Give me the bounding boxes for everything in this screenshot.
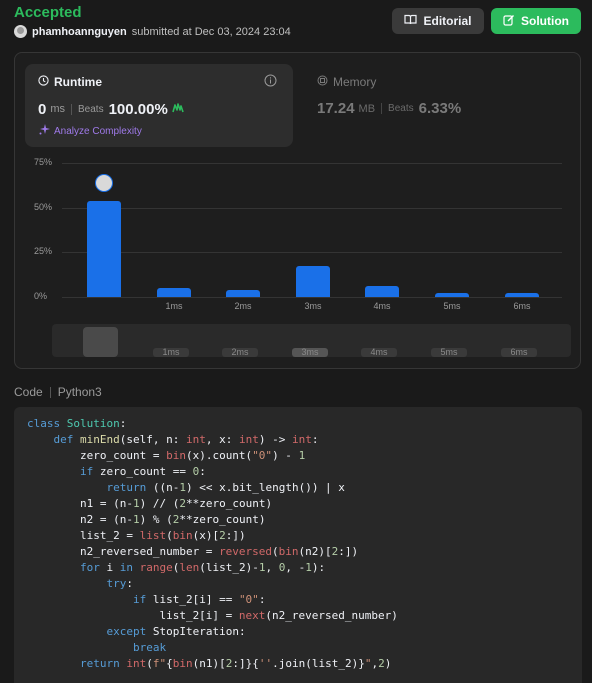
mini-chart: 1ms 2ms 3ms 4ms 5ms 6ms (0, 0, 592, 360)
mini-tick-label: 6ms (510, 347, 528, 357)
mini-tick-label: 2ms (231, 347, 249, 357)
code-language: Python3 (57, 385, 102, 399)
code-header: Code Python3 (14, 385, 102, 399)
mini-tick-label: 1ms (162, 347, 180, 357)
mini-tick-label: 3ms (301, 347, 319, 357)
mini-tick-label: 4ms (370, 347, 388, 357)
mini-tick-label: 5ms (440, 347, 458, 357)
code-label: Code (14, 385, 43, 399)
divider (49, 386, 51, 398)
code-content[interactable]: class Solution: def minEnd(self, n: int,… (27, 416, 398, 672)
